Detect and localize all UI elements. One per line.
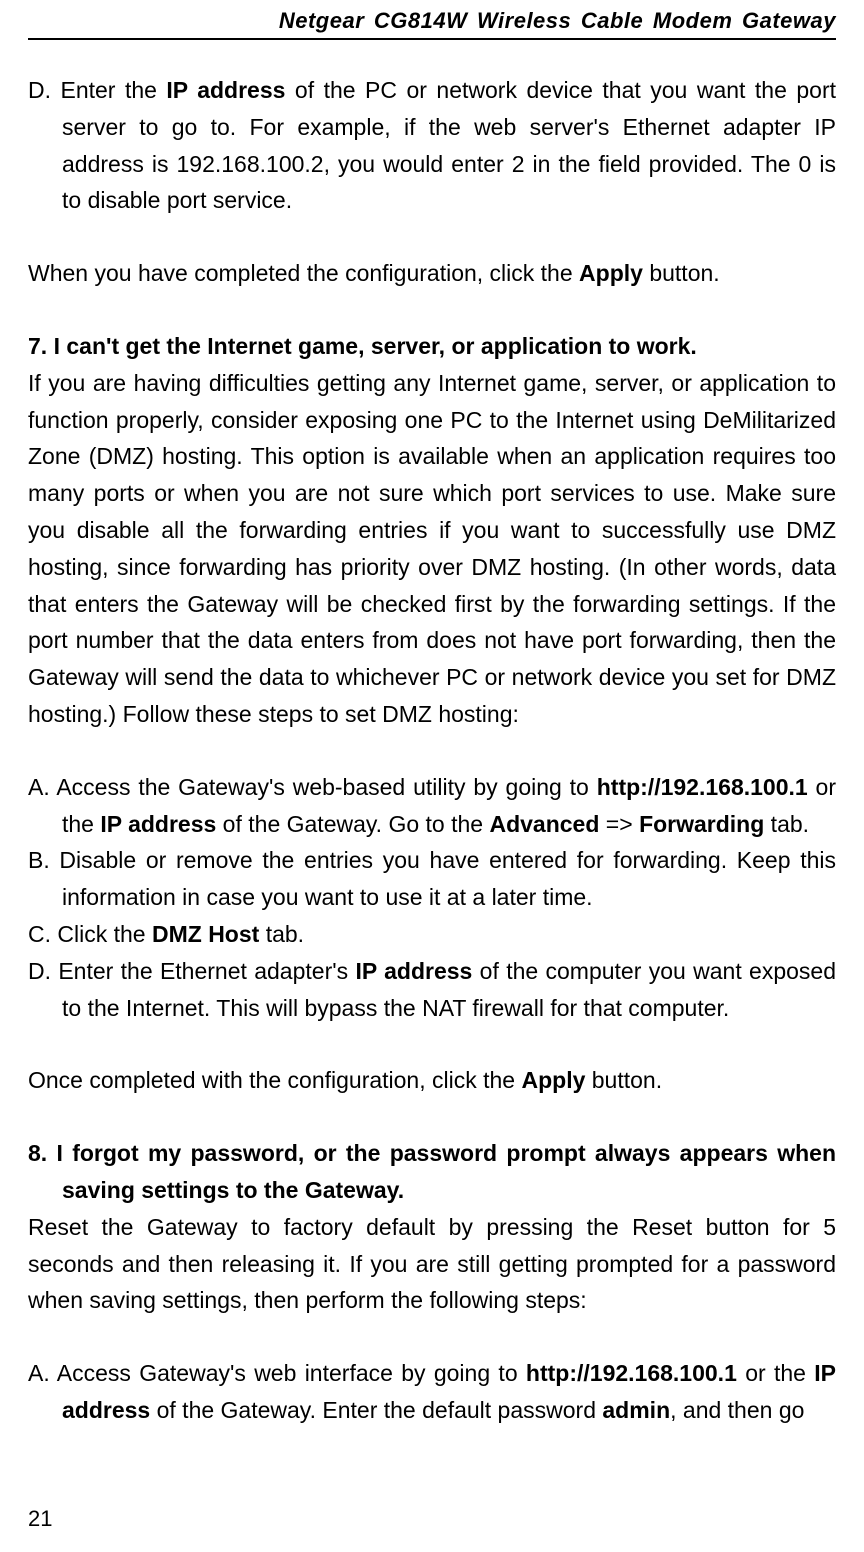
- marker: A.: [28, 1360, 50, 1386]
- text: , and then go: [670, 1397, 804, 1423]
- text: Click the: [51, 921, 152, 947]
- text: button.: [643, 260, 720, 286]
- bold-text: http://192.168.100.1: [597, 774, 808, 800]
- marker: 8.: [28, 1140, 47, 1166]
- text: tab.: [259, 921, 304, 947]
- page-number: 21: [28, 1506, 52, 1532]
- list-item-b2: B. Disable or remove the entries you hav…: [28, 842, 836, 916]
- text: Once completed with the configuration, c…: [28, 1067, 521, 1093]
- bold-text: http://192.168.100.1: [526, 1360, 737, 1386]
- text: Enter the Ethernet adapter's: [51, 958, 355, 984]
- marker: D.: [28, 77, 51, 103]
- title-text: I forgot my password, or the password pr…: [47, 1140, 836, 1203]
- marker: B.: [28, 847, 50, 873]
- bold-text: DMZ Host: [152, 921, 259, 947]
- text: tab.: [764, 811, 809, 837]
- section-8-body: Reset the Gateway to factory default by …: [28, 1209, 836, 1319]
- list-item-a2: A. Access the Gateway's web-based utilit…: [28, 769, 836, 843]
- text: =>: [599, 811, 639, 837]
- list-item-a3: A. Access Gateway's web interface by goi…: [28, 1355, 836, 1429]
- marker: A.: [28, 774, 50, 800]
- text: Access Gateway's web interface by going …: [50, 1360, 526, 1386]
- page-content: D. Enter the IP address of the PC or net…: [28, 40, 836, 1429]
- title-text: I can't get the Internet game, server, o…: [47, 333, 697, 359]
- text: of the Gateway. Go to the: [216, 811, 489, 837]
- text: button.: [585, 1067, 662, 1093]
- bold-text: IP address: [166, 77, 285, 103]
- text: Access the Gateway's web-based utility b…: [50, 774, 597, 800]
- text: of the Gateway. Enter the default passwo…: [150, 1397, 602, 1423]
- bold-text: IP address: [100, 811, 216, 837]
- text: Disable or remove the entries you have e…: [50, 847, 836, 910]
- section-7-body: If you are having difficulties getting a…: [28, 365, 836, 733]
- section-8-title: 8. I forgot my password, or the password…: [28, 1135, 836, 1209]
- paragraph-apply-1: When you have completed the configuratio…: [28, 255, 836, 292]
- bold-text: Apply: [521, 1067, 585, 1093]
- section-7-title: 7. I can't get the Internet game, server…: [28, 328, 836, 365]
- bold-text: Advanced: [489, 811, 599, 837]
- list-item-d2: D. Enter the Ethernet adapter's IP addre…: [28, 953, 836, 1027]
- page-header: Netgear CG814W Wireless Cable Modem Gate…: [28, 0, 836, 40]
- text: or the: [737, 1360, 814, 1386]
- bold-text: Apply: [579, 260, 643, 286]
- bold-text: admin: [602, 1397, 670, 1423]
- marker: C.: [28, 921, 51, 947]
- text: Enter the: [51, 77, 166, 103]
- paragraph-apply-2: Once completed with the configuration, c…: [28, 1062, 836, 1099]
- text: When you have completed the configuratio…: [28, 260, 579, 286]
- list-item-d1: D. Enter the IP address of the PC or net…: [28, 72, 836, 219]
- list-item-c2: C. Click the DMZ Host tab.: [28, 916, 836, 953]
- header-title: Netgear CG814W Wireless Cable Modem Gate…: [279, 8, 836, 33]
- marker: D.: [28, 958, 51, 984]
- bold-text: Forwarding: [639, 811, 764, 837]
- bold-text: IP address: [355, 958, 472, 984]
- marker: 7.: [28, 333, 47, 359]
